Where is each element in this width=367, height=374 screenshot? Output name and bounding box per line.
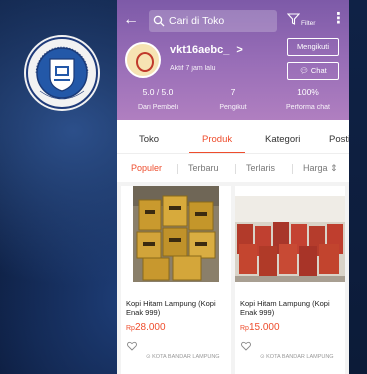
filter-button[interactable]: Filter	[287, 11, 321, 31]
price-value: 15.000	[248, 322, 280, 333]
shop-avatar[interactable]	[125, 42, 161, 78]
university-seal-logo	[22, 33, 102, 113]
sort-price[interactable]: Harga ⇕	[303, 163, 338, 174]
location-pin-icon: ⊙	[260, 354, 265, 360]
stat-value: 5.0 / 5.0	[142, 87, 174, 97]
heart-icon[interactable]	[241, 341, 251, 351]
search-placeholder: Cari di Toko	[169, 15, 225, 27]
chat-bubble-icon: 💬︎	[299, 66, 309, 75]
stat-followers: 7 Pengikut	[196, 87, 270, 114]
follow-button[interactable]: Mengikuti	[287, 38, 339, 56]
stat-chat-performance: 100% Performa chat	[271, 87, 345, 114]
shop-tabs: Toko Produk Kategori Posti	[117, 128, 349, 154]
chat-button-label: Chat	[310, 66, 327, 75]
divider	[117, 153, 349, 154]
back-arrow-icon[interactable]: ←	[123, 10, 139, 30]
search-icon	[153, 15, 165, 27]
tab-kategori[interactable]: Kategori	[265, 134, 300, 145]
sort-popular[interactable]: Populer	[131, 163, 162, 173]
price-currency: Rp	[240, 325, 249, 332]
tab-produk[interactable]: Produk	[202, 134, 232, 145]
more-vertical-icon[interactable]: ⋮	[331, 9, 346, 29]
shop-search-input[interactable]: Cari di Toko	[149, 10, 277, 32]
product-location: ⊙ KOTA BANDAR LAMPUNG	[146, 354, 220, 360]
sort-best-selling[interactable]: Terlaris	[246, 163, 275, 173]
product-location: ⊙ KOTA BANDAR LAMPUNG	[260, 354, 334, 360]
product-price: Rp15.000	[240, 322, 280, 333]
filter-label: Filter	[301, 20, 316, 27]
stat-label: Pengikut	[219, 104, 247, 111]
product-title: Kopi Hitam Lampung (Kopi Enak 999)	[126, 299, 216, 317]
product-card[interactable]: Kopi Hitam Lampung (Kopi Enak 999) Rp15.…	[235, 186, 345, 374]
heart-icon[interactable]	[127, 341, 137, 351]
stat-value: 7	[230, 87, 236, 97]
right-background-strip	[348, 0, 367, 374]
divider	[235, 164, 236, 174]
tab-posting[interactable]: Posti	[329, 134, 349, 145]
divider	[292, 164, 293, 174]
product-image	[235, 196, 345, 282]
stat-rating: 5.0 / 5.0 Dari Pembeli	[121, 87, 195, 114]
tab-toko[interactable]: Toko	[139, 134, 159, 145]
location-text: KOTA BANDAR LAMPUNG	[266, 354, 334, 360]
product-title: Kopi Hitam Lampung (Kopi Enak 999)	[240, 299, 330, 317]
sort-newest[interactable]: Terbaru	[188, 163, 219, 173]
stat-label: Performa chat	[286, 104, 330, 111]
chevron-right-icon: >	[236, 44, 243, 56]
location-text: KOTA BANDAR LAMPUNG	[152, 354, 220, 360]
sort-bar: Populer Terbaru Terlaris Harga ⇕	[117, 158, 349, 180]
divider	[177, 164, 178, 174]
shop-app-screen: ← Cari di Toko Filter ⋮ vkt16aebc_ > Akt…	[117, 0, 349, 374]
shop-active-status: Aktif 7 jam lalu	[170, 65, 216, 72]
price-currency: Rp	[126, 325, 135, 332]
shop-name-text: vkt16aebc_	[170, 44, 230, 56]
product-price: Rp28.000	[126, 322, 166, 333]
shop-name[interactable]: vkt16aebc_ >	[170, 44, 243, 56]
filter-funnel-icon	[287, 13, 300, 25]
chat-button[interactable]: 💬︎ Chat	[287, 62, 339, 80]
product-card[interactable]: Kopi Hitam Lampung (Kopi Enak 999) Rp28.…	[121, 186, 231, 374]
product-image	[133, 186, 219, 282]
price-value: 28.000	[134, 322, 166, 333]
stat-label: Dari Pembeli	[137, 104, 179, 111]
location-pin-icon: ⊙	[146, 354, 151, 360]
stat-value: 100%	[297, 87, 319, 97]
shop-header: ← Cari di Toko Filter ⋮ vkt16aebc_ > Akt…	[117, 0, 349, 120]
